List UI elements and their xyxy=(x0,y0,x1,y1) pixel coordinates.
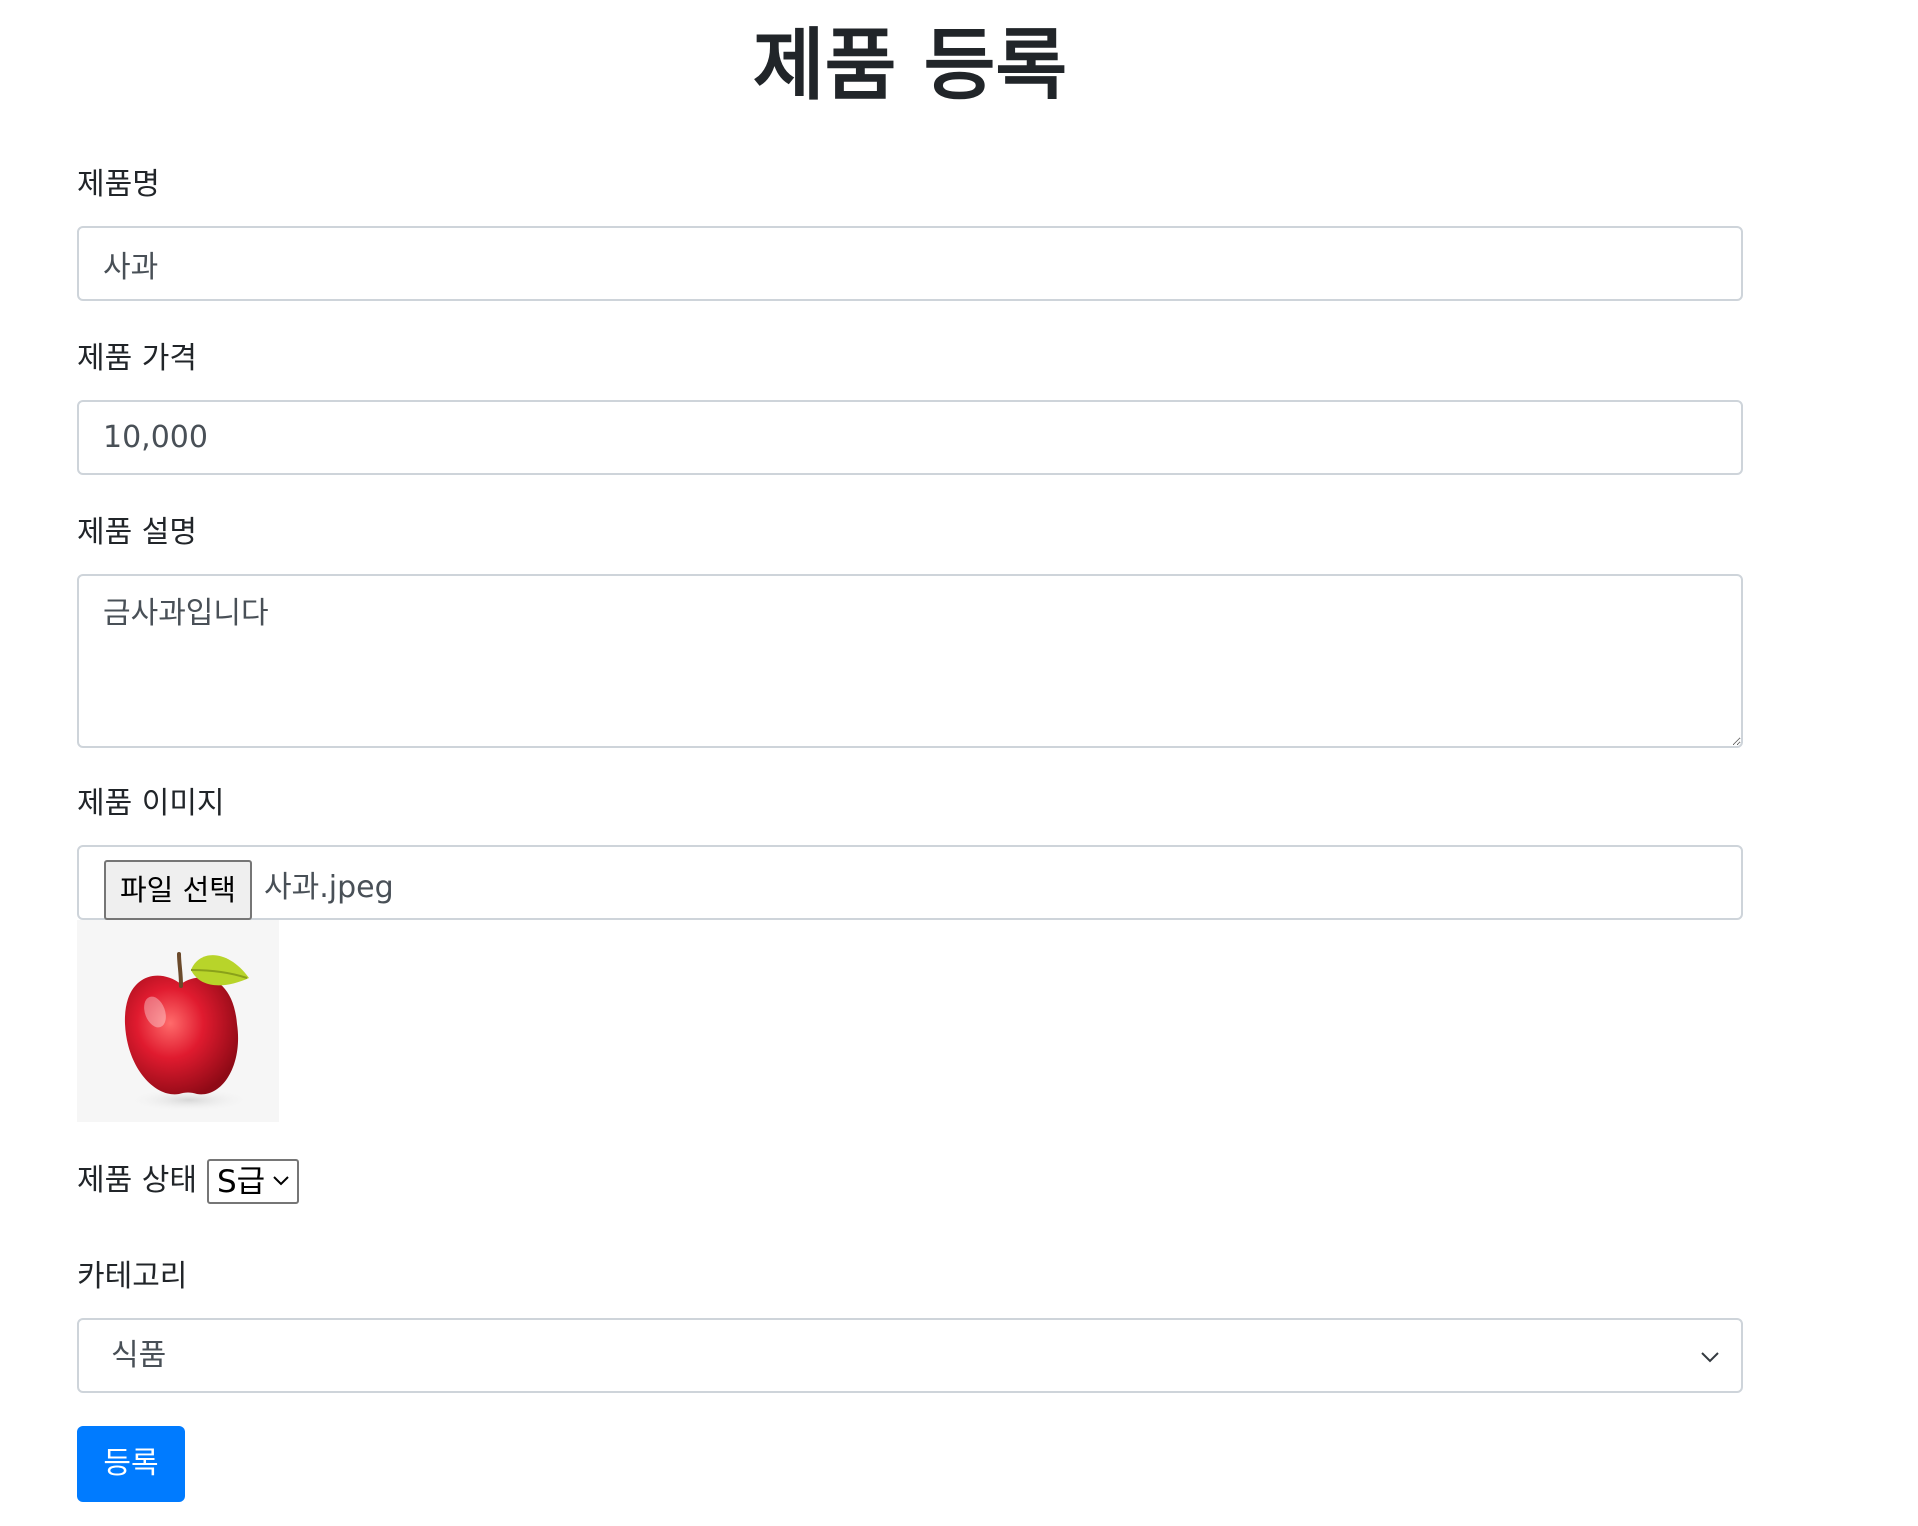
product-image-preview xyxy=(77,920,279,1122)
product-status-row: 제품 상태 S급 xyxy=(77,1158,299,1204)
product-name-input[interactable] xyxy=(77,226,1743,301)
file-input[interactable]: 파일 선택 사과.jpeg xyxy=(77,845,1743,920)
chevron-down-icon xyxy=(273,1175,289,1185)
product-description-label: 제품 설명 xyxy=(77,515,197,550)
category-select[interactable]: 식품 xyxy=(77,1318,1743,1393)
category-value: 식품 xyxy=(111,1338,167,1373)
choose-file-button[interactable]: 파일 선택 xyxy=(104,860,252,920)
product-status-label: 제품 상태 xyxy=(77,1163,197,1198)
product-status-value: S급 xyxy=(216,1163,266,1200)
product-name-label: 제품명 xyxy=(77,167,160,202)
product-status-select[interactable]: S급 xyxy=(206,1158,299,1204)
file-name: 사과.jpeg xyxy=(264,870,394,905)
product-price-label: 제품 가격 xyxy=(77,341,197,376)
category-label: 카테고리 xyxy=(77,1259,188,1294)
product-description-textarea[interactable]: 금사과입니다 xyxy=(77,574,1743,748)
page-title: 제품 등록 xyxy=(752,21,1068,111)
product-price-input[interactable] xyxy=(77,400,1743,475)
chevron-down-icon xyxy=(1701,1352,1719,1363)
submit-button[interactable]: 등록 xyxy=(77,1426,185,1502)
apple-photo-icon xyxy=(124,952,251,1112)
product-image-label: 제품 이미지 xyxy=(77,786,225,821)
